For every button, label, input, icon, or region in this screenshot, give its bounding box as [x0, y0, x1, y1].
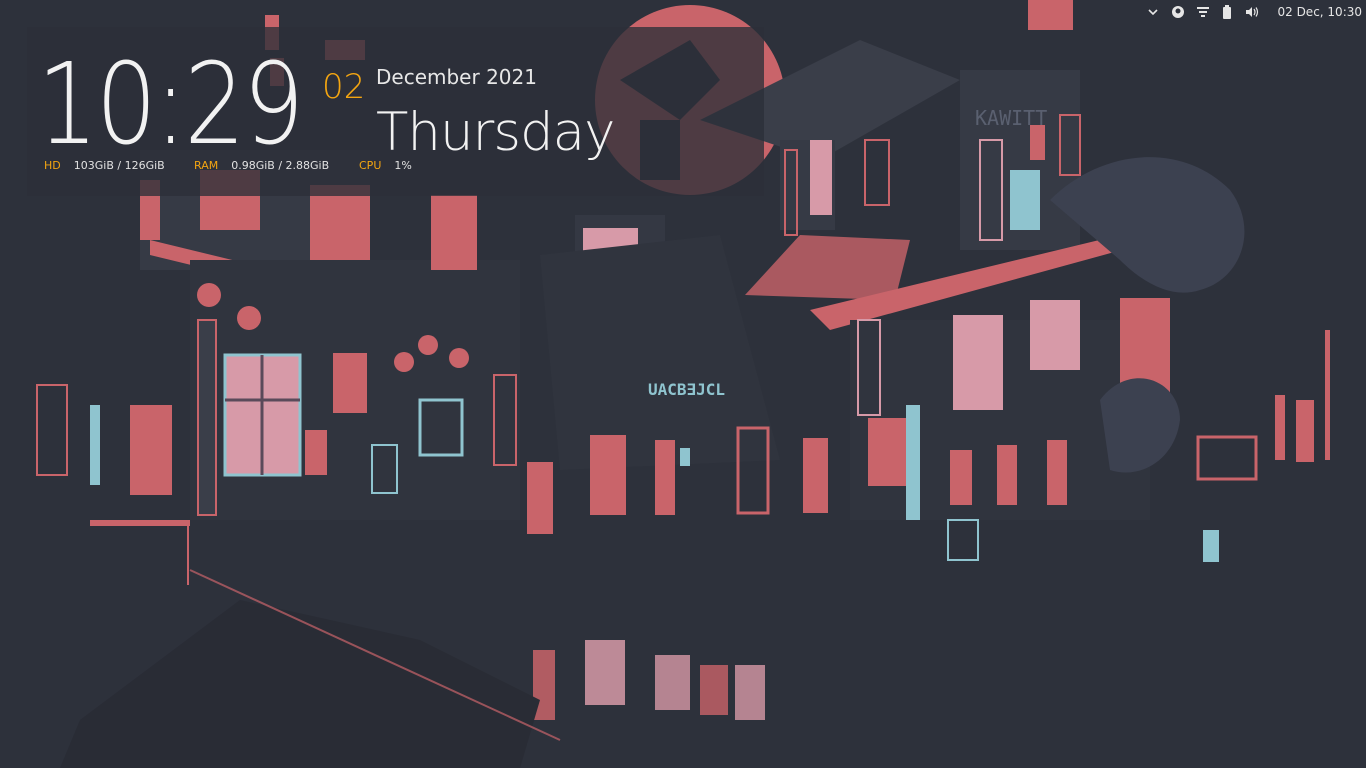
network-icon[interactable] [1195, 4, 1210, 20]
widget-disk-usage: HD 103GiB / 126GiB [44, 159, 165, 173]
clock-widget: 10:29 02 December 2021 Thursday HD 103GiB… [27, 27, 764, 196]
system-tray: 02 Dec, 10:30 [1146, 0, 1366, 24]
cpu-label: CPU [359, 159, 382, 172]
widget-ram-usage: RAM 0.98GiB / 2.88GiB [194, 159, 329, 173]
cpu-value: 1% [394, 159, 412, 172]
ram-label: RAM [194, 159, 219, 172]
widget-cpu-usage: CPU 1% [359, 159, 412, 173]
chevron-down-icon[interactable] [1146, 4, 1161, 20]
widget-day-number: 02 [322, 67, 366, 107]
widget-weekday: Thursday [376, 102, 615, 163]
volume-icon[interactable] [1245, 4, 1260, 20]
disk-value: 103GiB / 126GiB [73, 159, 165, 172]
ram-value: 0.98GiB / 2.88GiB [231, 159, 330, 172]
desktop[interactable]: UACB∃JCL KAWITT 02 Dec, 10:30 10:29 02 D… [0, 0, 1366, 768]
svg-text:UACB∃JCL: UACB∃JCL [648, 380, 725, 399]
user-circle-icon[interactable] [1171, 4, 1186, 20]
widget-month-year: December 2021 [376, 65, 537, 89]
widget-time: 10:29 [37, 40, 304, 170]
battery-icon[interactable] [1220, 4, 1235, 20]
disk-label: HD [44, 159, 61, 172]
tray-clock[interactable]: 02 Dec, 10:30 [1269, 5, 1362, 19]
